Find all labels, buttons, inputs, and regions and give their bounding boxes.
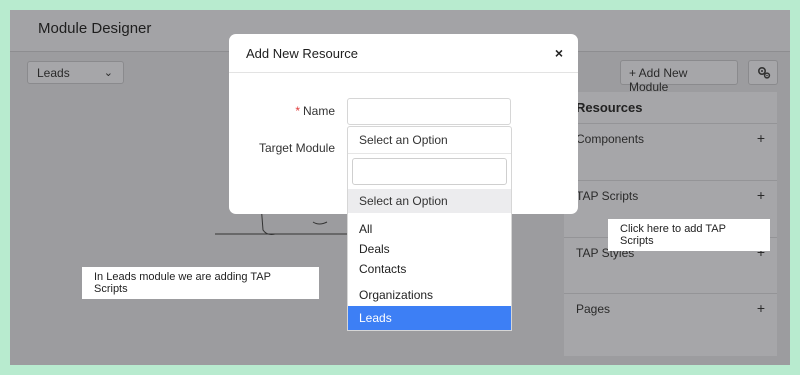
resource-label: Pages: [576, 302, 611, 316]
chevron-down-icon: ⌄: [103, 67, 113, 79]
option-organizations[interactable]: Organizations: [348, 279, 511, 306]
option-all[interactable]: All: [348, 213, 511, 239]
close-icon[interactable]: ×: [555, 45, 563, 61]
target-module-dropdown[interactable]: Select an Option Select an Option All De…: [347, 126, 512, 331]
target-module-selected[interactable]: Select an Option: [348, 127, 511, 154]
annotation-callout-left: In Leads module we are adding TAP Script…: [82, 267, 319, 299]
plus-icon[interactable]: +: [757, 187, 765, 203]
settings-gears-icon: [757, 66, 771, 79]
option-deals[interactable]: Deals: [348, 239, 511, 259]
annotation-callout-right: Click here to add TAP Scripts: [608, 219, 770, 251]
dropdown-search-input[interactable]: [352, 158, 507, 185]
required-mark: *: [295, 104, 300, 118]
settings-button[interactable]: [748, 60, 778, 85]
plus-icon[interactable]: +: [757, 130, 765, 146]
name-label: * Name: [195, 104, 335, 118]
name-input[interactable]: [347, 98, 511, 125]
module-select[interactable]: Leads ⌄: [27, 61, 124, 84]
resource-label: TAP Scripts: [576, 189, 639, 203]
resources-title: Resources: [576, 100, 643, 115]
resource-pages[interactable]: Pages +: [564, 293, 777, 349]
module-select-value: Leads: [37, 66, 70, 80]
app-window: Module Designer Leads ⌄ + Add New Module…: [10, 10, 790, 365]
add-new-module-button[interactable]: + Add New Module: [620, 60, 738, 94]
target-module-label: Target Module: [258, 141, 335, 155]
plus-icon[interactable]: +: [757, 300, 765, 316]
option-contacts[interactable]: Contacts: [348, 259, 511, 279]
name-label-text: Name: [302, 104, 335, 118]
dropdown-search-wrap: [348, 154, 511, 189]
option-select-an-option[interactable]: Select an Option: [348, 189, 511, 213]
page-title: Module Designer: [38, 20, 152, 37]
modal-header: Add New Resource ×: [229, 34, 578, 73]
resource-label: Components: [576, 132, 645, 146]
resource-components[interactable]: Components +: [564, 123, 777, 179]
modal-title: Add New Resource: [246, 46, 358, 61]
option-leads[interactable]: Leads: [348, 306, 511, 330]
